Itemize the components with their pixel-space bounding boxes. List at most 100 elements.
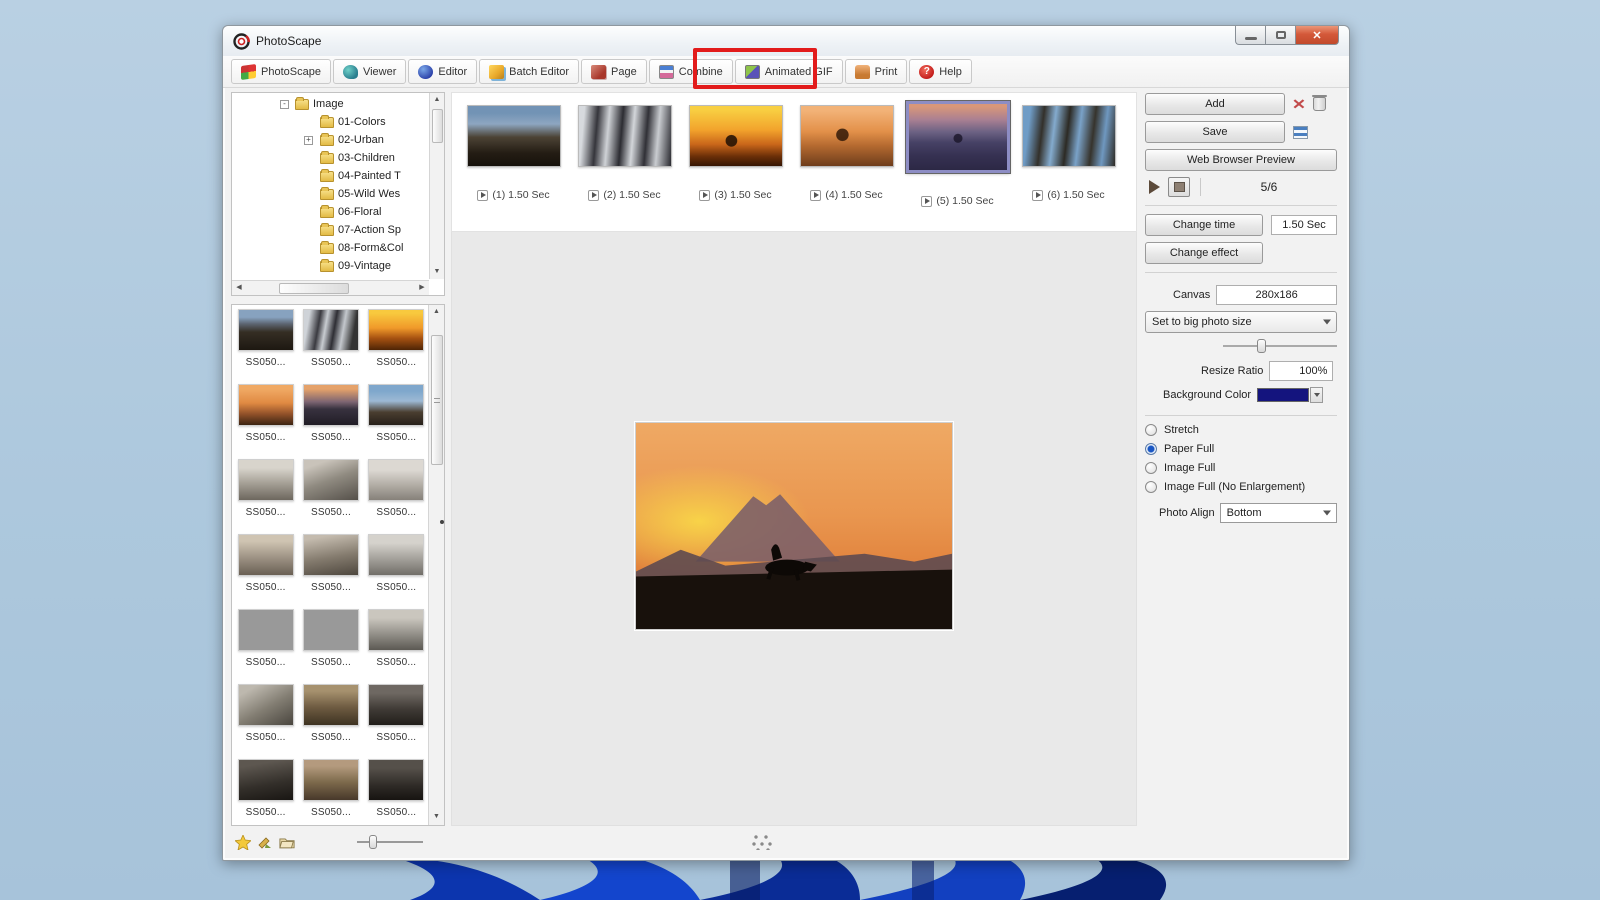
- thumbnail-item[interactable]: SS050...: [300, 384, 361, 459]
- time-value-field[interactable]: 1.50 Sec: [1271, 215, 1337, 235]
- tree-item[interactable]: + 06-Floral: [232, 203, 428, 221]
- tab-page[interactable]: Page: [581, 59, 647, 84]
- thumbnail-image[interactable]: [303, 609, 359, 651]
- radio-icon[interactable]: [1145, 424, 1157, 436]
- tree-item-root[interactable]: - Image: [232, 95, 428, 113]
- tree-vertical-scrollbar[interactable]: ▲ ▼: [429, 93, 444, 279]
- scroll-down-icon[interactable]: ▼: [429, 810, 444, 824]
- scrollbar-thumb[interactable]: [431, 335, 443, 465]
- frame-thumbnail[interactable]: [689, 105, 783, 167]
- play-frame-icon[interactable]: [810, 190, 821, 201]
- panel-splitter-handle[interactable]: [440, 520, 444, 524]
- frame-thumbnail[interactable]: [467, 105, 561, 167]
- title-bar[interactable]: PhotoScape ✕: [223, 26, 1349, 56]
- tree-item[interactable]: + 09-Vintage: [232, 257, 428, 275]
- gif-frame-1[interactable]: (1) 1.50 Sec: [458, 105, 569, 201]
- thumbnail-image[interactable]: [238, 759, 294, 801]
- thumbnail-item[interactable]: SS050...: [300, 759, 361, 826]
- radio-stretch[interactable]: Stretch: [1145, 424, 1337, 436]
- change-effect-button[interactable]: Change effect: [1145, 242, 1263, 264]
- thumbnail-size-slider[interactable]: [357, 835, 423, 849]
- tab-animated-gif[interactable]: Animated GIF: [735, 59, 843, 84]
- resize-grip-icon[interactable]: [750, 832, 772, 850]
- frame-thumbnail[interactable]: [800, 105, 894, 167]
- maximize-button[interactable]: [1265, 26, 1295, 45]
- thumbnail-item[interactable]: SS050...: [366, 684, 427, 759]
- thumbnail-image[interactable]: [368, 759, 424, 801]
- frame-thumbnail[interactable]: [578, 105, 672, 167]
- scroll-left-icon[interactable]: ◀: [232, 281, 246, 295]
- thumbnail-item[interactable]: SS050...: [300, 309, 361, 384]
- thumbnail-item[interactable]: SS050...: [235, 459, 296, 534]
- favorites-star-icon[interactable]: [235, 835, 251, 850]
- thumbnail-item[interactable]: SS050...: [235, 684, 296, 759]
- gif-frame-3[interactable]: (3) 1.50 Sec: [680, 105, 791, 201]
- play-frame-icon[interactable]: [1032, 190, 1043, 201]
- resize-ratio-field[interactable]: 100%: [1269, 361, 1333, 381]
- open-folder-icon[interactable]: [279, 835, 295, 850]
- tab-print[interactable]: Print: [845, 59, 908, 84]
- thumbnail-image[interactable]: [238, 384, 294, 426]
- thumbnail-item[interactable]: SS050...: [300, 459, 361, 534]
- thumbnail-image[interactable]: [238, 684, 294, 726]
- thumbnail-image[interactable]: [238, 309, 294, 351]
- tree-item[interactable]: + 08-Form&Col: [232, 239, 428, 257]
- thumbnail-item[interactable]: SS050...: [235, 309, 296, 384]
- frame-thumbnail[interactable]: [1022, 105, 1116, 167]
- web-browser-preview-button[interactable]: Web Browser Preview: [1145, 149, 1337, 171]
- save-button[interactable]: Save: [1145, 121, 1285, 143]
- photo-align-dropdown[interactable]: Bottom: [1220, 503, 1337, 523]
- expand-icon[interactable]: +: [304, 136, 313, 145]
- background-color-swatch[interactable]: [1257, 388, 1309, 402]
- radio-image-full-no-enlargement[interactable]: Image Full (No Enlargement): [1145, 481, 1337, 493]
- background-color-dropdown[interactable]: [1310, 387, 1323, 403]
- thumbnail-item[interactable]: SS050...: [366, 534, 427, 609]
- play-frame-icon[interactable]: [921, 196, 932, 207]
- gif-frame-6[interactable]: (6) 1.50 Sec: [1013, 105, 1124, 201]
- thumbnail-image[interactable]: [303, 759, 359, 801]
- canvas-size-mode-dropdown[interactable]: Set to big photo size: [1145, 311, 1337, 333]
- tab-combine[interactable]: Combine: [649, 59, 733, 84]
- thumbnail-item[interactable]: SS050...: [366, 309, 427, 384]
- thumbnail-item[interactable]: SS050...: [235, 384, 296, 459]
- scrollbar-thumb[interactable]: [432, 109, 443, 143]
- thumbnail-image[interactable]: [303, 309, 359, 351]
- tree-item[interactable]: + 05-Wild Wes: [232, 185, 428, 203]
- tab-help[interactable]: ?Help: [909, 59, 972, 84]
- tree-item[interactable]: + 02-Urban: [232, 131, 428, 149]
- remove-frame-icon[interactable]: ✕: [1292, 96, 1306, 113]
- close-button[interactable]: ✕: [1295, 26, 1339, 45]
- thumbnail-image[interactable]: [238, 534, 294, 576]
- scroll-right-icon[interactable]: ▶: [415, 281, 429, 295]
- thumbnail-image[interactable]: [303, 534, 359, 576]
- gif-frame-4[interactable]: (4) 1.50 Sec: [791, 105, 902, 201]
- thumbnail-item[interactable]: SS050...: [300, 534, 361, 609]
- thumbnail-item[interactable]: SS050...: [366, 459, 427, 534]
- thumbnail-image[interactable]: [303, 684, 359, 726]
- thumbnail-item[interactable]: SS050...: [235, 534, 296, 609]
- minimize-button[interactable]: [1235, 26, 1265, 45]
- thumbnail-image[interactable]: [238, 609, 294, 651]
- thumbnail-image[interactable]: [368, 684, 424, 726]
- radio-image-full[interactable]: Image Full: [1145, 462, 1337, 474]
- slider-handle[interactable]: [1257, 339, 1266, 353]
- thumbnail-image[interactable]: [368, 384, 424, 426]
- tab-batch-editor[interactable]: Batch Editor: [479, 59, 579, 84]
- thumbnail-item[interactable]: SS050...: [300, 684, 361, 759]
- tree-item[interactable]: + 07-Action Sp: [232, 221, 428, 239]
- tab-photoscape[interactable]: PhotoScape: [231, 59, 331, 84]
- change-time-button[interactable]: Change time: [1145, 214, 1263, 236]
- slider-handle[interactable]: [369, 835, 377, 849]
- thumbnail-image[interactable]: [368, 309, 424, 351]
- radio-selected-icon[interactable]: [1145, 443, 1157, 455]
- play-frame-icon[interactable]: [588, 190, 599, 201]
- tree-horizontal-scrollbar[interactable]: ◀ ▶: [232, 280, 429, 295]
- thumbnail-image[interactable]: [303, 384, 359, 426]
- canvas-size-field[interactable]: 280x186: [1216, 285, 1337, 305]
- thumbnail-image[interactable]: [368, 459, 424, 501]
- thumbnail-image[interactable]: [238, 459, 294, 501]
- thumbnail-item[interactable]: SS050...: [235, 609, 296, 684]
- play-animation-icon[interactable]: [1149, 180, 1160, 194]
- thumbnail-item[interactable]: SS050...: [300, 609, 361, 684]
- tree-item[interactable]: + 01-Colors: [232, 113, 428, 131]
